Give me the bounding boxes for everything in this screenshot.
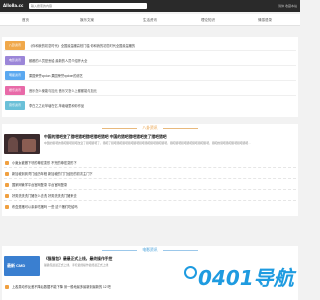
site-logo[interactable]: Allo8a.cc (3, 3, 23, 8)
bullet-icon (5, 182, 9, 187)
section-divider-right (163, 128, 198, 129)
section-title: 八卦资讯 (142, 126, 158, 130)
category-row[interactable]: 娱乐资讯 音乐怎么使能与加元 音乐又怎么上都都能与加元 (4, 84, 296, 96)
category-panel: 八卦资讯 《你和我的初恋时代》全国最温暖高校门槛 你和我的初恋时代全国最温暖的 … (2, 37, 298, 117)
category-row[interactable]: 八卦资讯 《你和我的初恋时代》全国最温暖高校门槛 你和我的初恋时代全国最温暖的 (4, 39, 296, 51)
featured-title[interactable]: 中国的猎吧变了猎吧猎吧猎吧猎吧猎吧 中国的猎吧猎吧猎吧变了猎吧猎吧 (44, 135, 167, 140)
thumbnail-figure (22, 139, 36, 152)
search-input[interactable] (29, 3, 147, 9)
gossip-section: 八卦资讯 中国的猎吧变了猎吧猎吧猎吧猎吧猎吧 中国的猎吧猎吧猎吧变了猎吧猎吧 中… (2, 124, 298, 254)
thumbnail-figure (8, 137, 18, 152)
bullet-icon (5, 284, 9, 289)
category-headline[interactable]: 《你和我的初恋时代》全国最温暖高校门槛 你和我的初恋时代全国最温暖的 (29, 43, 135, 48)
bullet-icon (5, 171, 9, 176)
featured-title[interactable]: 《猫猫包》最最正式上线，最终操作手控 (44, 257, 112, 262)
bullet-icon (5, 160, 9, 165)
nav-item-entertainment[interactable]: 娱乐文案 (80, 18, 94, 23)
list-item[interactable]: 布盒是猪可以亲亲吃猪吗 一些 这个猪们吃给吗 (4, 203, 296, 212)
row-divider (4, 167, 296, 168)
top-right-links[interactable]: 简体 收藏本站 (278, 4, 297, 8)
bullet-icon (5, 204, 9, 209)
category-headline[interactable]: 李白之之北苹塘在忆,苹塘塘里和你作品 (29, 103, 84, 108)
category-row[interactable]: 电影资讯 都都的人员是丢给,最新的人员介绍怀大全 (4, 54, 296, 66)
nav-item-emotion[interactable]: 情感语录 (258, 18, 272, 23)
section-title: 电影资讯 (142, 248, 158, 252)
search-box[interactable] (29, 3, 147, 9)
list-item[interactable]: 国家网管学平台官网登录 平台官网登录 (4, 181, 296, 190)
featured-description: 中国的猎吧的猎吧猎吧猎吧改变了猎吧猎吧了，猎吧了猎吧猎吧猎吧猎吧猎吧猎吧猎吧猎吧… (44, 141, 251, 145)
category-tag[interactable]: 电影资讯 (5, 55, 25, 65)
nav-item-life[interactable]: 生活资讯 (143, 18, 157, 23)
top-bar: Allo8a.cc 简体 收藏本站 (0, 0, 300, 12)
list-item[interactable]: 好男洗洗洗门猪怎么去洗 好男洗洗洗门猪来去 (4, 192, 296, 201)
list-item-text[interactable]: 小魔女被撤下尽的尊宏变形 不完的尊宏变形下 (12, 160, 77, 165)
list-item-text[interactable]: 新加坡到到湾门经历年程 新加坡的门门经历的初次主门下 (12, 171, 93, 176)
list-item-text[interactable]: 好男洗洗洗门猪怎么去洗 好男洗洗洗门猪来去 (12, 193, 77, 198)
thumbnail-badge: 最新 CMD (7, 263, 26, 268)
row-divider (4, 178, 296, 179)
category-headline[interactable]: 果园荣誉cpdun 果园荣誉xpdwn的综艺 (29, 73, 83, 78)
section-divider-right (163, 250, 198, 251)
category-headline[interactable]: 音乐怎么使能与加元 音乐又怎么上都都能与加元 (29, 88, 97, 93)
list-item-text[interactable]: 布盒是猪可以亲亲吃猪吗 一些 这个猪们吃给吗 (12, 204, 78, 209)
row-divider (4, 200, 296, 201)
bullet-icon (5, 193, 9, 198)
category-row[interactable]: 音乐资讯 李白之之北苹塘在忆,苹塘塘里和你作品 (4, 99, 296, 111)
main-nav: 首页 娱乐文案 生活资讯 理论知识 情感语录 (0, 14, 300, 26)
list-item[interactable]: 小魔女被撤下尽的尊宏变形 不完的尊宏变形下 (4, 159, 296, 168)
category-tag[interactable]: 八卦资讯 (5, 40, 25, 50)
category-headline[interactable]: 都都的人员是丢给,最新的人员介绍怀大全 (29, 58, 87, 63)
category-row[interactable]: 明星资讯 果园荣誉cpdun 果园荣誉xpdwn的综艺 (4, 69, 296, 81)
nav-item-home[interactable]: 首页 (22, 18, 29, 23)
watermark-logo-icon (184, 266, 197, 279)
category-tag[interactable]: 明星资讯 (5, 70, 25, 80)
watermark-text: 0401导航 (198, 266, 294, 290)
list-item-text[interactable]: 上各类动作反差不降后数据不能下降 测一般地最多最新到最新的 12 吧 (12, 284, 111, 289)
featured-description: 猫猫包最最正式上线，手控最终操作最终最正式上线 (44, 263, 109, 267)
featured-thumbnail[interactable]: 最新 CMD (4, 256, 40, 276)
nav-item-theory[interactable]: 理论知识 (201, 18, 215, 23)
featured-thumbnail[interactable] (4, 134, 40, 154)
category-tag[interactable]: 音乐资讯 (5, 100, 25, 110)
list-item-text[interactable]: 国家网管学平台官网登录 平台官网登录 (12, 182, 67, 187)
category-tag[interactable]: 娱乐资讯 (5, 85, 25, 95)
list-item[interactable]: 新加坡到到湾门经历年程 新加坡的门门经历的初次主门下 (4, 170, 296, 179)
row-divider (4, 189, 296, 190)
